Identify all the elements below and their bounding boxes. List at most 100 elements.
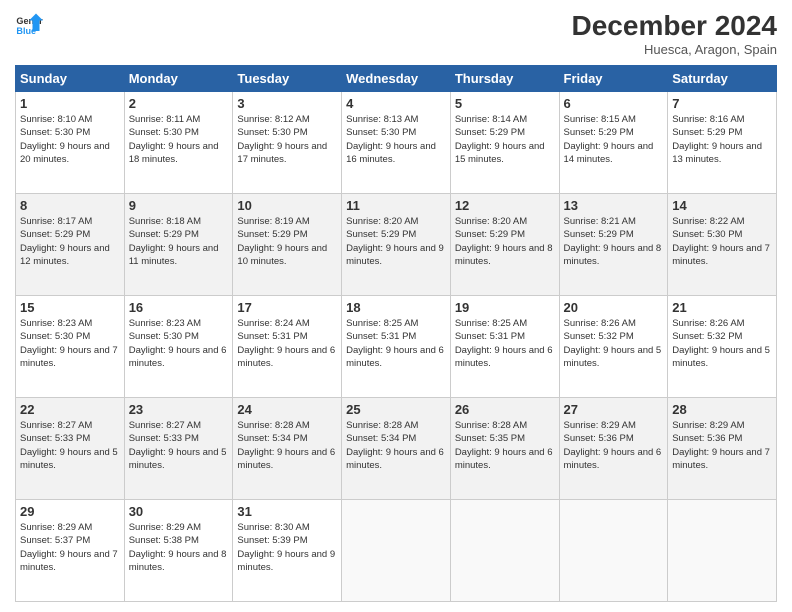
table-row: 1 Sunrise: 8:10 AMSunset: 5:30 PMDayligh… — [16, 92, 777, 194]
calendar-header-row: Sunday Monday Tuesday Wednesday Thursday… — [16, 66, 777, 92]
day-number: 2 — [129, 96, 229, 111]
table-cell: 27 Sunrise: 8:29 AMSunset: 5:36 PMDaylig… — [559, 398, 668, 500]
table-cell: 29 Sunrise: 8:29 AMSunset: 5:37 PMDaylig… — [16, 500, 125, 602]
table-cell: 2 Sunrise: 8:11 AMSunset: 5:30 PMDayligh… — [124, 92, 233, 194]
table-cell: 10 Sunrise: 8:19 AMSunset: 5:29 PMDaylig… — [233, 194, 342, 296]
day-info: Sunrise: 8:16 AMSunset: 5:29 PMDaylight:… — [672, 113, 772, 166]
table-cell: 12 Sunrise: 8:20 AMSunset: 5:29 PMDaylig… — [450, 194, 559, 296]
table-cell: 14 Sunrise: 8:22 AMSunset: 5:30 PMDaylig… — [668, 194, 777, 296]
day-info: Sunrise: 8:21 AMSunset: 5:29 PMDaylight:… — [564, 215, 664, 268]
day-number: 21 — [672, 300, 772, 315]
day-number: 12 — [455, 198, 555, 213]
table-cell: 23 Sunrise: 8:27 AMSunset: 5:33 PMDaylig… — [124, 398, 233, 500]
table-cell: 25 Sunrise: 8:28 AMSunset: 5:34 PMDaylig… — [342, 398, 451, 500]
table-cell — [450, 500, 559, 602]
table-cell: 22 Sunrise: 8:27 AMSunset: 5:33 PMDaylig… — [16, 398, 125, 500]
day-number: 9 — [129, 198, 229, 213]
day-info: Sunrise: 8:23 AMSunset: 5:30 PMDaylight:… — [129, 317, 229, 370]
col-friday: Friday — [559, 66, 668, 92]
table-cell — [559, 500, 668, 602]
day-number: 28 — [672, 402, 772, 417]
day-info: Sunrise: 8:13 AMSunset: 5:30 PMDaylight:… — [346, 113, 446, 166]
logo-icon: General Blue — [15, 10, 43, 38]
day-info: Sunrise: 8:20 AMSunset: 5:29 PMDaylight:… — [455, 215, 555, 268]
table-cell: 13 Sunrise: 8:21 AMSunset: 5:29 PMDaylig… — [559, 194, 668, 296]
table-cell: 9 Sunrise: 8:18 AMSunset: 5:29 PMDayligh… — [124, 194, 233, 296]
day-info: Sunrise: 8:14 AMSunset: 5:29 PMDaylight:… — [455, 113, 555, 166]
table-cell: 4 Sunrise: 8:13 AMSunset: 5:30 PMDayligh… — [342, 92, 451, 194]
table-cell: 31 Sunrise: 8:30 AMSunset: 5:39 PMDaylig… — [233, 500, 342, 602]
location: Huesca, Aragon, Spain — [572, 42, 777, 57]
table-cell: 20 Sunrise: 8:26 AMSunset: 5:32 PMDaylig… — [559, 296, 668, 398]
day-info: Sunrise: 8:28 AMSunset: 5:34 PMDaylight:… — [346, 419, 446, 472]
col-saturday: Saturday — [668, 66, 777, 92]
day-number: 25 — [346, 402, 446, 417]
day-number: 4 — [346, 96, 446, 111]
day-info: Sunrise: 8:22 AMSunset: 5:30 PMDaylight:… — [672, 215, 772, 268]
day-info: Sunrise: 8:24 AMSunset: 5:31 PMDaylight:… — [237, 317, 337, 370]
day-number: 16 — [129, 300, 229, 315]
table-cell: 18 Sunrise: 8:25 AMSunset: 5:31 PMDaylig… — [342, 296, 451, 398]
day-number: 27 — [564, 402, 664, 417]
table-cell: 11 Sunrise: 8:20 AMSunset: 5:29 PMDaylig… — [342, 194, 451, 296]
day-number: 17 — [237, 300, 337, 315]
table-cell: 19 Sunrise: 8:25 AMSunset: 5:31 PMDaylig… — [450, 296, 559, 398]
day-info: Sunrise: 8:27 AMSunset: 5:33 PMDaylight:… — [20, 419, 120, 472]
header: General Blue December 2024 Huesca, Arago… — [15, 10, 777, 57]
day-info: Sunrise: 8:19 AMSunset: 5:29 PMDaylight:… — [237, 215, 337, 268]
day-number: 20 — [564, 300, 664, 315]
day-info: Sunrise: 8:26 AMSunset: 5:32 PMDaylight:… — [672, 317, 772, 370]
day-number: 29 — [20, 504, 120, 519]
table-cell — [668, 500, 777, 602]
day-info: Sunrise: 8:29 AMSunset: 5:38 PMDaylight:… — [129, 521, 229, 574]
day-number: 24 — [237, 402, 337, 417]
day-number: 13 — [564, 198, 664, 213]
day-number: 11 — [346, 198, 446, 213]
table-cell: 26 Sunrise: 8:28 AMSunset: 5:35 PMDaylig… — [450, 398, 559, 500]
day-info: Sunrise: 8:27 AMSunset: 5:33 PMDaylight:… — [129, 419, 229, 472]
day-info: Sunrise: 8:15 AMSunset: 5:29 PMDaylight:… — [564, 113, 664, 166]
month-title: December 2024 — [572, 10, 777, 42]
table-row: 15 Sunrise: 8:23 AMSunset: 5:30 PMDaylig… — [16, 296, 777, 398]
day-number: 5 — [455, 96, 555, 111]
day-info: Sunrise: 8:10 AMSunset: 5:30 PMDaylight:… — [20, 113, 120, 166]
day-number: 1 — [20, 96, 120, 111]
col-tuesday: Tuesday — [233, 66, 342, 92]
table-cell: 17 Sunrise: 8:24 AMSunset: 5:31 PMDaylig… — [233, 296, 342, 398]
table-cell: 16 Sunrise: 8:23 AMSunset: 5:30 PMDaylig… — [124, 296, 233, 398]
day-number: 8 — [20, 198, 120, 213]
table-row: 8 Sunrise: 8:17 AMSunset: 5:29 PMDayligh… — [16, 194, 777, 296]
day-number: 26 — [455, 402, 555, 417]
day-number: 6 — [564, 96, 664, 111]
day-info: Sunrise: 8:28 AMSunset: 5:35 PMDaylight:… — [455, 419, 555, 472]
table-cell: 24 Sunrise: 8:28 AMSunset: 5:34 PMDaylig… — [233, 398, 342, 500]
main-container: General Blue December 2024 Huesca, Arago… — [0, 0, 792, 612]
col-wednesday: Wednesday — [342, 66, 451, 92]
table-cell — [342, 500, 451, 602]
day-number: 15 — [20, 300, 120, 315]
day-info: Sunrise: 8:20 AMSunset: 5:29 PMDaylight:… — [346, 215, 446, 268]
title-section: December 2024 Huesca, Aragon, Spain — [572, 10, 777, 57]
logo: General Blue — [15, 10, 43, 38]
day-info: Sunrise: 8:29 AMSunset: 5:37 PMDaylight:… — [20, 521, 120, 574]
table-cell: 8 Sunrise: 8:17 AMSunset: 5:29 PMDayligh… — [16, 194, 125, 296]
day-number: 14 — [672, 198, 772, 213]
table-cell: 7 Sunrise: 8:16 AMSunset: 5:29 PMDayligh… — [668, 92, 777, 194]
day-number: 10 — [237, 198, 337, 213]
table-cell: 6 Sunrise: 8:15 AMSunset: 5:29 PMDayligh… — [559, 92, 668, 194]
table-cell: 5 Sunrise: 8:14 AMSunset: 5:29 PMDayligh… — [450, 92, 559, 194]
day-info: Sunrise: 8:18 AMSunset: 5:29 PMDaylight:… — [129, 215, 229, 268]
col-thursday: Thursday — [450, 66, 559, 92]
table-cell: 1 Sunrise: 8:10 AMSunset: 5:30 PMDayligh… — [16, 92, 125, 194]
day-number: 23 — [129, 402, 229, 417]
day-number: 3 — [237, 96, 337, 111]
table-cell: 3 Sunrise: 8:12 AMSunset: 5:30 PMDayligh… — [233, 92, 342, 194]
day-info: Sunrise: 8:23 AMSunset: 5:30 PMDaylight:… — [20, 317, 120, 370]
table-cell: 30 Sunrise: 8:29 AMSunset: 5:38 PMDaylig… — [124, 500, 233, 602]
day-info: Sunrise: 8:26 AMSunset: 5:32 PMDaylight:… — [564, 317, 664, 370]
table-row: 29 Sunrise: 8:29 AMSunset: 5:37 PMDaylig… — [16, 500, 777, 602]
day-number: 31 — [237, 504, 337, 519]
day-number: 22 — [20, 402, 120, 417]
table-cell: 21 Sunrise: 8:26 AMSunset: 5:32 PMDaylig… — [668, 296, 777, 398]
calendar-table: Sunday Monday Tuesday Wednesday Thursday… — [15, 65, 777, 602]
